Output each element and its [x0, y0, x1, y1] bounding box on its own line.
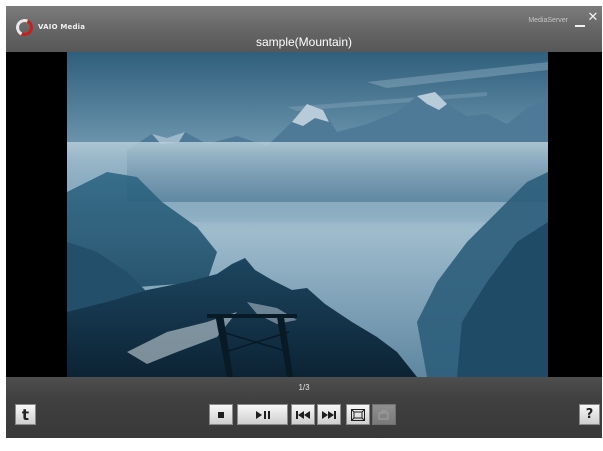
- close-button[interactable]: ✕: [587, 11, 599, 25]
- page-counter: 1/3: [298, 383, 310, 392]
- previous-button[interactable]: [291, 404, 315, 425]
- minimize-button[interactable]: [575, 15, 585, 27]
- photo-viewer: [6, 52, 602, 377]
- back-glyph: t: [21, 405, 30, 424]
- stop-icon: [218, 411, 224, 418]
- skip-next-icon: [322, 410, 336, 419]
- fullscreen-button[interactable]: [346, 404, 370, 425]
- media-viewer-window: VAIO Media sample(Mountain) MediaServer …: [6, 6, 602, 438]
- mode-label: MediaServer: [528, 17, 568, 24]
- fullscreen-icon: [351, 408, 365, 421]
- skip-previous-icon: [296, 410, 310, 419]
- rotate-button: [372, 404, 396, 425]
- mountain-photo: [67, 52, 548, 377]
- app-logo: VAIO Media: [13, 16, 106, 38]
- logo-text: VAIO Media: [38, 23, 86, 31]
- close-icon: ✕: [587, 10, 599, 25]
- title-bar[interactable]: VAIO Media sample(Mountain) MediaServer …: [6, 6, 602, 52]
- window-title: sample(Mountain): [255, 35, 353, 49]
- play-pause-icon: [255, 410, 270, 419]
- stop-button[interactable]: [209, 404, 233, 425]
- back-button[interactable]: t: [15, 404, 36, 425]
- next-button[interactable]: [317, 404, 341, 425]
- play-pause-button[interactable]: [237, 404, 288, 425]
- help-button[interactable]: ?: [579, 404, 600, 425]
- help-icon: ?: [585, 407, 594, 422]
- rotate-icon: [378, 410, 389, 419]
- control-bar: 1/3 t ?: [6, 377, 602, 438]
